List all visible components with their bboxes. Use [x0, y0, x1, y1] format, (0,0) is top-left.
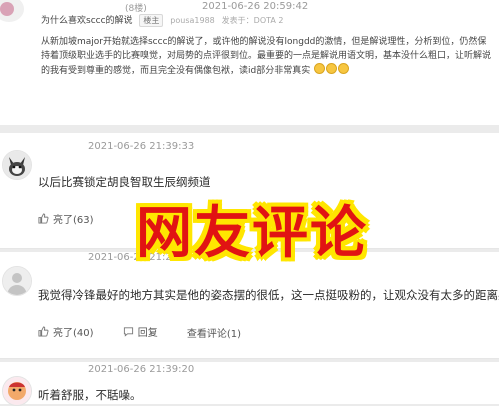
post-quote: 从新加坡major开始就选择sccc的解说了，或许他的解说没有longdd的激情…: [41, 35, 495, 78]
post-timestamp: 2021-06-26 20:59:42: [202, 1, 309, 12]
thumbs-up-icon: [38, 326, 49, 337]
post-platform: 发表于：DOTA 2: [221, 16, 284, 25]
comment-text: 听着舒服，不聒噪。: [38, 388, 142, 402]
commenter-avatar[interactable]: [2, 150, 32, 180]
commenter-avatar[interactable]: [2, 376, 32, 406]
reply-icon: [123, 327, 133, 337]
comment-card: 2021-06-26 21:39:20 听着舒服，不聒噪。: [0, 362, 499, 406]
like-count-label: 亮了(63): [53, 215, 94, 226]
reply-label: 回复: [137, 328, 158, 339]
overlay-caption: 网友评论: [136, 201, 368, 266]
view-replies-label: 查看评论(1): [186, 329, 242, 340]
post-quote-text: 从新加坡major开始就选择sccc的解说了，或许他的解说没有longdd的激情…: [41, 37, 492, 76]
reply-button[interactable]: 回复: [123, 324, 158, 339]
original-post-card: (8楼) 2021-06-26 20:59:42 为什么喜欢sccc的解说 楼主…: [0, 0, 499, 125]
comment-timestamp: 2021-06-26 21:39:33: [88, 141, 195, 152]
post-username[interactable]: pousa1988: [170, 16, 214, 25]
host-badge: 楼主: [139, 14, 164, 27]
comment-text: 我觉得冷锋最好的地方其实是他的姿态摆的很低，这一点挺吸粉的，让观众没有太多的距离…: [38, 288, 499, 302]
like-button[interactable]: 亮了(63): [38, 211, 94, 226]
grin-emoji-icon: [338, 63, 350, 74]
post-title[interactable]: 为什么喜欢sccc的解说: [41, 16, 133, 26]
grin-emoji-icon: [314, 63, 326, 74]
comment-timestamp: 2021-06-26 21:39:20: [88, 364, 195, 375]
like-button[interactable]: 亮了(40): [38, 324, 94, 339]
grin-emoji-icon: [326, 63, 338, 74]
like-count-label: 亮了(40): [53, 328, 94, 339]
view-replies-button[interactable]: 查看评论(1): [187, 325, 241, 340]
divider: [0, 358, 499, 359]
thumbs-up-icon: [38, 213, 49, 224]
post-title-line: 为什么喜欢sccc的解说 楼主 pousa1988 发表于：DOTA 2: [41, 13, 283, 27]
poster-avatar[interactable]: [0, 0, 24, 22]
comment-actions: 亮了(40) 回复 查看评论(1): [38, 324, 267, 340]
commenter-avatar[interactable]: [2, 266, 32, 296]
